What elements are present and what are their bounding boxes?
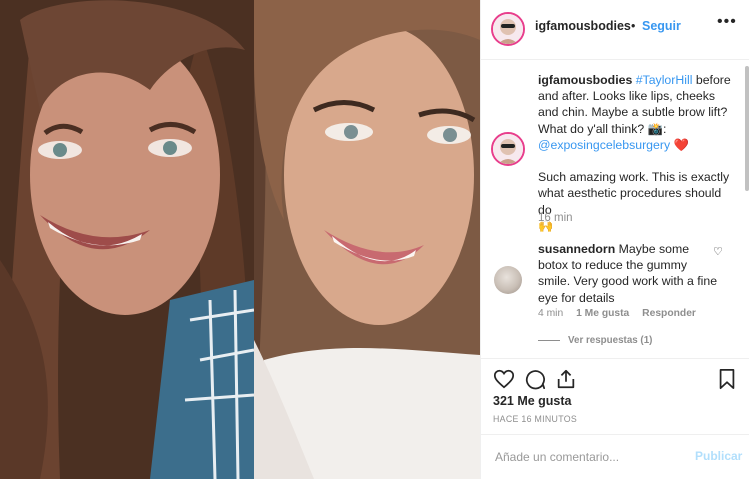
likes-count[interactable]: 321 Me gusta bbox=[493, 394, 572, 408]
mention-link[interactable]: @exposingcelebsurgery bbox=[538, 138, 670, 152]
post-image[interactable] bbox=[0, 0, 480, 479]
instagram-post-view: igfamousbodies • Seguir ••• igfamousbodi… bbox=[0, 0, 749, 479]
heart-emoji: ❤️ bbox=[673, 137, 689, 152]
post-side-panel: igfamousbodies • Seguir ••• igfamousbodi… bbox=[480, 0, 749, 479]
post-actions: 321 Me gusta HACE 16 MINUTOS Publicar bbox=[481, 358, 749, 479]
more-options-icon[interactable]: ••• bbox=[717, 13, 737, 31]
comment-username[interactable]: susannedorn bbox=[538, 242, 615, 256]
share-icon[interactable] bbox=[555, 368, 577, 390]
comment-input[interactable] bbox=[493, 449, 677, 465]
hashtag-link[interactable]: #TaylorHill bbox=[636, 73, 693, 87]
before-photo bbox=[0, 0, 254, 479]
add-comment-bar: Publicar bbox=[481, 434, 749, 479]
caption-username[interactable]: igfamousbodies bbox=[538, 73, 632, 87]
heart-icon[interactable] bbox=[493, 368, 515, 390]
replies-line bbox=[538, 339, 560, 341]
comment-likes[interactable]: 1 Me gusta bbox=[576, 308, 629, 319]
comment: susannedorn Maybe some botox to reduce t… bbox=[538, 241, 718, 306]
author-username[interactable]: igfamousbodies bbox=[535, 19, 631, 33]
caption-text-2: Such amazing work. This is exactly what … bbox=[538, 170, 730, 217]
caption: igfamousbodies #TaylorHill before and af… bbox=[538, 72, 738, 234]
caption-avatar[interactable] bbox=[491, 132, 525, 166]
comments-scrollbar[interactable] bbox=[745, 66, 749, 191]
comment-icon[interactable] bbox=[524, 368, 546, 390]
post-header: igfamousbodies • Seguir ••• bbox=[481, 0, 749, 60]
reply-button[interactable]: Responder bbox=[642, 308, 696, 319]
caption-time[interactable]: 16 min bbox=[538, 212, 573, 224]
comment-like-heart-icon[interactable]: ♡ bbox=[713, 245, 723, 258]
post-comment-button[interactable]: Publicar bbox=[695, 449, 742, 463]
header-separator: • bbox=[631, 19, 636, 33]
comment-time[interactable]: 4 min bbox=[538, 308, 563, 319]
view-replies-button[interactable]: Ver respuestas (1) bbox=[538, 335, 652, 346]
post-timestamp[interactable]: HACE 16 MINUTOS bbox=[493, 414, 577, 424]
view-replies-label: Ver respuestas (1) bbox=[568, 335, 653, 346]
comments-area[interactable]: igfamousbodies #TaylorHill before and af… bbox=[481, 60, 749, 358]
after-photo bbox=[254, 0, 480, 479]
commenter-avatar[interactable] bbox=[494, 266, 522, 294]
follow-button[interactable]: Seguir bbox=[642, 19, 681, 33]
bookmark-icon[interactable] bbox=[716, 368, 738, 390]
comment-meta: 4 min 1 Me gusta Responder bbox=[538, 308, 706, 319]
author-avatar[interactable] bbox=[491, 12, 525, 46]
